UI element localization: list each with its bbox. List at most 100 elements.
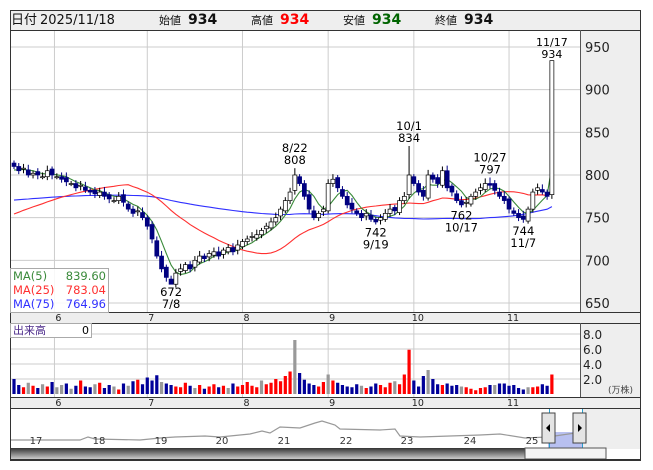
candle-body bbox=[244, 238, 250, 242]
candle-body bbox=[463, 201, 469, 204]
volume-tick-label: 6.0 bbox=[583, 343, 602, 357]
candle-body bbox=[25, 169, 31, 176]
volume-bar bbox=[512, 385, 516, 394]
candle-body bbox=[49, 168, 55, 176]
candle-body bbox=[116, 195, 122, 201]
candle-body bbox=[516, 213, 521, 219]
volume-bar bbox=[226, 388, 230, 394]
volume-bar bbox=[188, 385, 192, 394]
stock-chart-widget: 950 900 850 800 750 700 650 8.0 6.0 4.0 2.0 (万株) 6… bbox=[0, 0, 653, 470]
volume-bar bbox=[502, 383, 506, 394]
volume-bar bbox=[17, 385, 21, 394]
volume-bar bbox=[36, 388, 40, 394]
volume-bar bbox=[60, 385, 64, 394]
volume-value: 0 bbox=[82, 324, 89, 337]
volume-bar bbox=[497, 383, 502, 394]
volume-bar bbox=[340, 385, 345, 394]
high-value: 934 bbox=[280, 12, 310, 28]
candle-body bbox=[64, 177, 69, 183]
volume-bar bbox=[136, 379, 140, 394]
month-label: 8 bbox=[243, 398, 249, 409]
candle-body bbox=[54, 176, 60, 179]
candle-body bbox=[68, 183, 74, 185]
annotation-date: 9/19 bbox=[363, 237, 389, 251]
volume-bar bbox=[83, 386, 87, 394]
annotation-price: 797 bbox=[479, 163, 501, 177]
navigator-year-label: 18 bbox=[93, 436, 106, 447]
open-label: 始値 bbox=[159, 14, 181, 27]
volume-bar bbox=[378, 385, 383, 394]
scrollbar-track[interactable] bbox=[11, 448, 525, 459]
date-axis-bottom bbox=[11, 397, 640, 408]
volume-bar bbox=[369, 386, 373, 394]
volume-bar bbox=[355, 384, 359, 394]
candle-body bbox=[478, 187, 483, 191]
close-value: 934 bbox=[464, 12, 494, 28]
candle-body bbox=[492, 183, 498, 191]
month-label: 7 bbox=[148, 398, 154, 409]
candle-body bbox=[154, 240, 160, 257]
volume-bar bbox=[12, 379, 16, 394]
volume-bar bbox=[402, 374, 406, 394]
volume-bar bbox=[21, 387, 26, 394]
candle-body bbox=[311, 210, 317, 219]
volume-bar bbox=[112, 386, 116, 394]
volume-bar bbox=[431, 379, 435, 394]
volume-bar bbox=[526, 387, 530, 394]
candle-body bbox=[240, 241, 245, 248]
annotation-price: 808 bbox=[284, 153, 306, 167]
candle-body bbox=[125, 203, 131, 210]
candle-body bbox=[497, 191, 502, 197]
candle-body bbox=[530, 191, 536, 210]
volume-bar bbox=[107, 385, 111, 394]
candle-body bbox=[482, 183, 488, 190]
candle-body bbox=[454, 193, 460, 201]
volume-bar bbox=[531, 387, 535, 394]
navigator-year-label: 19 bbox=[155, 436, 168, 447]
candle-body bbox=[163, 266, 169, 278]
volume-tick-label: 4.0 bbox=[583, 358, 602, 372]
candle-body bbox=[540, 189, 545, 193]
candle-body bbox=[282, 200, 288, 212]
scrollbar-thumb[interactable] bbox=[524, 447, 607, 460]
price-tick-label: 900 bbox=[585, 84, 610, 99]
volume-bar bbox=[312, 385, 316, 394]
volume-bar bbox=[483, 387, 487, 394]
candle-body bbox=[440, 170, 445, 186]
volume-bar bbox=[283, 376, 287, 394]
candle-body bbox=[501, 195, 507, 201]
volume-bar bbox=[521, 389, 525, 394]
volume-bar bbox=[64, 383, 68, 394]
candle-body bbox=[254, 234, 260, 239]
low-label: 安値 bbox=[343, 14, 365, 27]
volume-bar bbox=[336, 382, 340, 394]
ma-legend: MA(5) 839.60 MA(25) 783.04 MA(75) 764.96 bbox=[10, 268, 109, 313]
volume-bar bbox=[469, 388, 473, 394]
candle-body bbox=[487, 183, 493, 186]
volume-bar bbox=[31, 385, 35, 394]
volume-bar bbox=[126, 385, 130, 394]
volume-bar bbox=[202, 388, 206, 394]
candle-body bbox=[373, 219, 379, 223]
volume-bar bbox=[40, 384, 45, 394]
candle-body bbox=[202, 255, 207, 259]
volume-bar bbox=[159, 382, 164, 394]
volume-bar bbox=[421, 376, 425, 394]
annotation-price: 834 bbox=[398, 131, 420, 145]
price-tick-label: 750 bbox=[585, 212, 610, 227]
candle-body bbox=[135, 210, 141, 213]
volume-bar bbox=[474, 390, 478, 394]
volume-bar bbox=[245, 382, 249, 394]
volume-bar bbox=[326, 374, 330, 394]
candle-body bbox=[102, 191, 107, 197]
volume-bar bbox=[150, 380, 154, 394]
candle-body bbox=[168, 278, 174, 285]
volume-bar bbox=[440, 385, 444, 394]
candle-body bbox=[121, 194, 126, 203]
candle-body bbox=[140, 212, 145, 219]
date-value: 2025/11/18 bbox=[40, 13, 115, 28]
volume-bar bbox=[221, 385, 226, 394]
volume-bar bbox=[393, 381, 397, 394]
candle-body bbox=[549, 60, 555, 195]
volume-bar bbox=[321, 382, 325, 394]
